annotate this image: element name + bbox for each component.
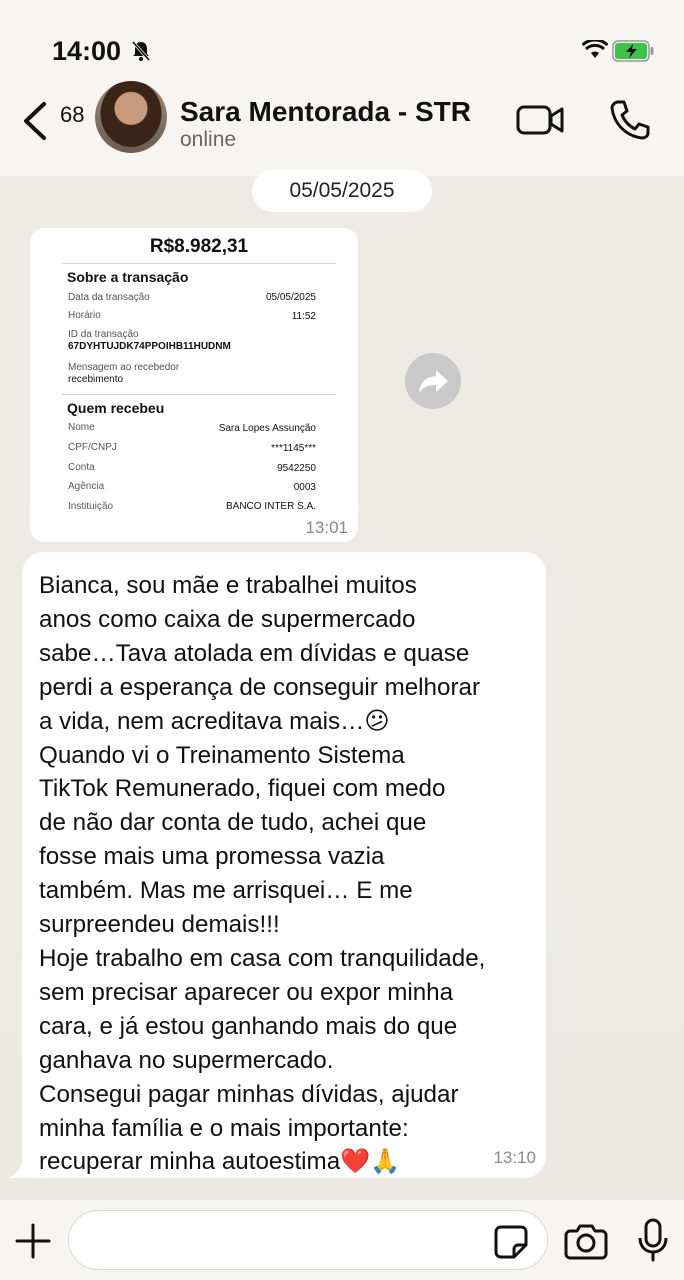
message-timestamp: 13:10 <box>493 1148 536 1167</box>
receipt-divider <box>62 263 336 264</box>
forward-icon <box>419 370 448 393</box>
unread-count[interactable]: 68 <box>60 102 84 128</box>
camera-icon[interactable] <box>564 1222 608 1260</box>
chevron-left-icon[interactable] <box>20 100 50 142</box>
receipt-divider <box>62 394 336 395</box>
contact-name[interactable]: Sara Mentorada - STR <box>180 96 471 128</box>
image-message[interactable]: R$8.982,31 Sobre a transação Data da tra… <box>30 228 358 542</box>
receipt-value: Sara Lopes Assunção <box>218 423 316 434</box>
message-body: Bianca, sou mãe e trabalhei muitos anos … <box>39 572 486 1176</box>
receipt-label: Conta <box>68 462 95 473</box>
bell-slash-icon <box>131 41 151 61</box>
receipt-image: R$8.982,31 Sobre a transação Data da tra… <box>58 228 340 518</box>
receipt-value: 11:52 <box>291 311 316 322</box>
plus-icon[interactable] <box>14 1222 52 1260</box>
sticker-icon[interactable] <box>493 1224 529 1260</box>
chat-header: 68 Sara Mentorada - STR online <box>0 78 684 176</box>
forward-button[interactable] <box>405 353 461 409</box>
receipt-value: 05/05/2025 <box>265 292 316 303</box>
receipt-section-title: Quem recebeu <box>67 400 165 416</box>
receipt-label: CPF/CNPJ <box>68 442 117 453</box>
receipt-amount: R$8.982,31 <box>149 236 249 257</box>
receipt-label: Data da transação <box>68 292 150 303</box>
phone-icon[interactable] <box>608 98 652 142</box>
receipt-label: Instituição <box>68 501 114 512</box>
receipt-label: Mensagem ao recebedor <box>68 362 180 373</box>
receipt-value: ***1145*** <box>271 443 316 454</box>
receipt-value: 0003 <box>293 482 316 493</box>
message-input[interactable] <box>68 1210 548 1270</box>
receipt-value: 67DYHTUJDK74PPOIHB11HUDNM <box>68 341 231 352</box>
receipt-label: Horário <box>68 310 101 321</box>
receipt-label: Agência <box>68 481 105 492</box>
receipt-section-title: Sobre a transação <box>67 269 189 285</box>
date-separator: 05/05/2025 <box>252 170 432 212</box>
status-bar: 14:00 <box>0 0 684 90</box>
status-time: 14:00 <box>52 36 122 66</box>
message-timestamp: 13:01 <box>305 518 348 537</box>
receipt-label: Nome <box>68 422 95 433</box>
battery-charging-icon <box>612 40 654 62</box>
receipt-value: 9542250 <box>277 463 316 474</box>
contact-status: online <box>180 128 237 151</box>
text-message[interactable]: Bianca, sou mãe e trabalhei muitos anos … <box>22 552 546 1178</box>
microphone-icon[interactable] <box>636 1218 670 1262</box>
message-composer <box>0 1200 684 1280</box>
wifi-icon <box>582 40 608 58</box>
receipt-label: ID da transação <box>68 329 139 340</box>
video-call-icon[interactable] <box>515 102 565 138</box>
receipt-value: recebimento <box>68 374 124 385</box>
avatar[interactable] <box>95 81 167 153</box>
receipt-value: BANCO INTER S.A. <box>225 501 316 512</box>
